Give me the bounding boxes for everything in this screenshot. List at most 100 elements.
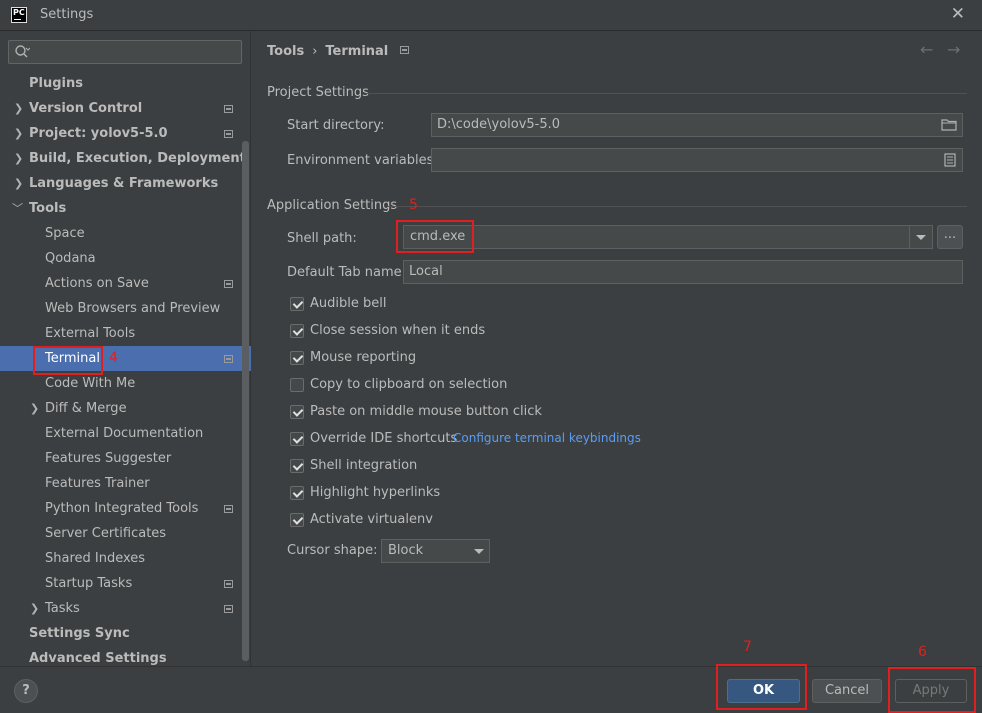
sidebar-item-label: Languages & Frameworks [29, 176, 219, 191]
project-level-icon [224, 580, 233, 588]
checkbox-label: Copy to clipboard on selection [310, 377, 508, 392]
chevron-down-icon[interactable] [916, 235, 926, 240]
chevron-right-icon[interactable]: ❯ [14, 171, 24, 196]
checkbox-box[interactable] [290, 405, 304, 419]
sidebar-item-label: Project: yolov5-5.0 [29, 126, 168, 141]
sidebar-item-web-browsers[interactable]: Web Browsers and Preview [0, 296, 251, 321]
sidebar-item-features-trainer[interactable]: Features Trainer [0, 471, 251, 496]
project-level-icon [224, 605, 233, 613]
checkbox-box[interactable] [290, 351, 304, 365]
sidebar-item-features-suggester[interactable]: Features Suggester [0, 446, 251, 471]
sidebar-item-settings-sync[interactable]: Settings Sync [0, 621, 251, 646]
checkbox-box[interactable] [290, 513, 304, 527]
sidebar-item-label: Startup Tasks [45, 576, 133, 591]
checkbox-box[interactable] [290, 324, 304, 338]
close-icon[interactable]: ✕ [951, 4, 965, 24]
project-level-icon [224, 355, 233, 363]
checkbox-label: Shell integration [310, 458, 418, 473]
breadcrumb-current: Terminal [325, 44, 389, 59]
project-level-icon [224, 130, 233, 138]
shell-path-label: Shell path: [287, 231, 357, 246]
environment-variables-field[interactable] [431, 148, 963, 172]
sidebar-item-qodana[interactable]: Qodana [0, 246, 251, 271]
section-divider [367, 93, 967, 94]
browse-button[interactable]: ... [937, 225, 963, 249]
section-divider [387, 206, 967, 207]
help-button[interactable]: ? [14, 679, 38, 703]
sidebar-item-plugins[interactable]: Plugins [0, 71, 251, 96]
checkbox-box[interactable] [290, 297, 304, 311]
sidebar-item-label: Features Trainer [45, 476, 150, 491]
sidebar-item-build[interactable]: ❯ Build, Execution, Deployment [0, 146, 251, 171]
cursor-shape-value: Block [388, 543, 424, 558]
chevron-down-icon[interactable]: ﹀ [12, 196, 23, 221]
annotation-number-7: 7 [743, 639, 752, 655]
shell-path-combo[interactable]: cmd.exe [403, 225, 933, 249]
sidebar-item-label: Tools [29, 201, 67, 216]
document-icon[interactable] [944, 153, 956, 167]
sidebar-item-actions-on-save[interactable]: Actions on Save [0, 271, 251, 296]
default-tab-name-value: Local [409, 264, 443, 279]
annotation-box-shell-path [396, 220, 474, 253]
start-directory-field[interactable]: D:\code\yolov5-5.0 [431, 113, 963, 137]
search-input[interactable] [35, 43, 235, 61]
chevron-right-icon[interactable]: ❯ [14, 96, 24, 121]
sidebar-item-startup-tasks[interactable]: Startup Tasks [0, 571, 251, 596]
forward-arrow-icon[interactable]: → [947, 40, 960, 59]
checkbox-box[interactable] [290, 378, 304, 392]
checkbox-box[interactable] [290, 459, 304, 473]
sidebar-item-label: Build, Execution, Deployment [29, 151, 246, 166]
chevron-down-icon[interactable] [474, 549, 484, 554]
chevron-right-icon[interactable]: ❯ [30, 596, 40, 621]
chevron-right-icon[interactable]: ❯ [14, 146, 24, 171]
annotation-number-4: 4 [109, 350, 118, 366]
cursor-shape-select[interactable]: Block [381, 539, 490, 563]
checkbox-label: Activate virtualenv [310, 512, 433, 527]
sidebar-item-external-tools[interactable]: External Tools [0, 321, 251, 346]
sidebar-item-diff-merge[interactable]: ❯ Diff & Merge [0, 396, 251, 421]
checkbox-label: Highlight hyperlinks [310, 485, 441, 500]
combo-divider [909, 226, 910, 248]
breadcrumb-parent[interactable]: Tools [267, 44, 304, 59]
default-tab-name-label: Default Tab name: [287, 265, 407, 280]
chevron-right-icon[interactable]: ❯ [30, 396, 40, 421]
chevron-right-icon[interactable]: ❯ [14, 121, 24, 146]
cancel-button[interactable]: Cancel [812, 679, 882, 703]
sidebar-item-languages[interactable]: ❯ Languages & Frameworks [0, 171, 251, 196]
sidebar-item-space[interactable]: Space [0, 221, 251, 246]
cursor-shape-label: Cursor shape: [287, 543, 378, 558]
pycharm-logo-icon: PC [11, 7, 27, 23]
project-level-icon [224, 105, 233, 113]
configure-keybindings-link[interactable]: Configure terminal keybindings [453, 431, 641, 445]
search-box[interactable] [8, 40, 242, 64]
window-title: Settings [40, 7, 94, 22]
sidebar-item-label: Diff & Merge [45, 401, 127, 416]
checkbox-box[interactable] [290, 486, 304, 500]
project-level-icon [224, 280, 233, 288]
sidebar-item-tasks[interactable]: ❯ Tasks [0, 596, 251, 621]
sidebar-item-label: Qodana [45, 251, 96, 266]
sidebar-item-server-certificates[interactable]: Server Certificates [0, 521, 251, 546]
dialog-footer: ? OK Cancel Apply [0, 666, 982, 713]
sidebar-item-python-integrated-tools[interactable]: Python Integrated Tools [0, 496, 251, 521]
sidebar-item-label: Settings Sync [29, 626, 130, 641]
back-arrow-icon[interactable]: ← [920, 40, 933, 59]
sidebar-scrollbar[interactable] [242, 141, 249, 661]
checkbox-box[interactable] [290, 432, 304, 446]
sidebar-item-label: Python Integrated Tools [45, 501, 199, 516]
project-level-icon [400, 46, 410, 54]
sidebar-item-shared-indexes[interactable]: Shared Indexes [0, 546, 251, 571]
sidebar-item-label: External Tools [45, 326, 136, 341]
sidebar-item-project[interactable]: ❯ Project: yolov5-5.0 [0, 121, 251, 146]
default-tab-name-field[interactable]: Local [403, 260, 963, 284]
sidebar-item-label: Plugins [29, 76, 83, 91]
sidebar-item-version-control[interactable]: ❯ Version Control [0, 96, 251, 121]
breadcrumb: Tools › Terminal [267, 44, 410, 59]
sidebar-item-external-documentation[interactable]: External Documentation [0, 421, 251, 446]
sidebar-item-tools[interactable]: ﹀ Tools [0, 196, 251, 221]
search-icon [15, 45, 30, 58]
sidebar-item-label: Features Suggester [45, 451, 172, 466]
folder-icon[interactable] [941, 119, 957, 131]
checkbox-label: Audible bell [310, 296, 387, 311]
sidebar-item-label: Actions on Save [45, 276, 149, 291]
